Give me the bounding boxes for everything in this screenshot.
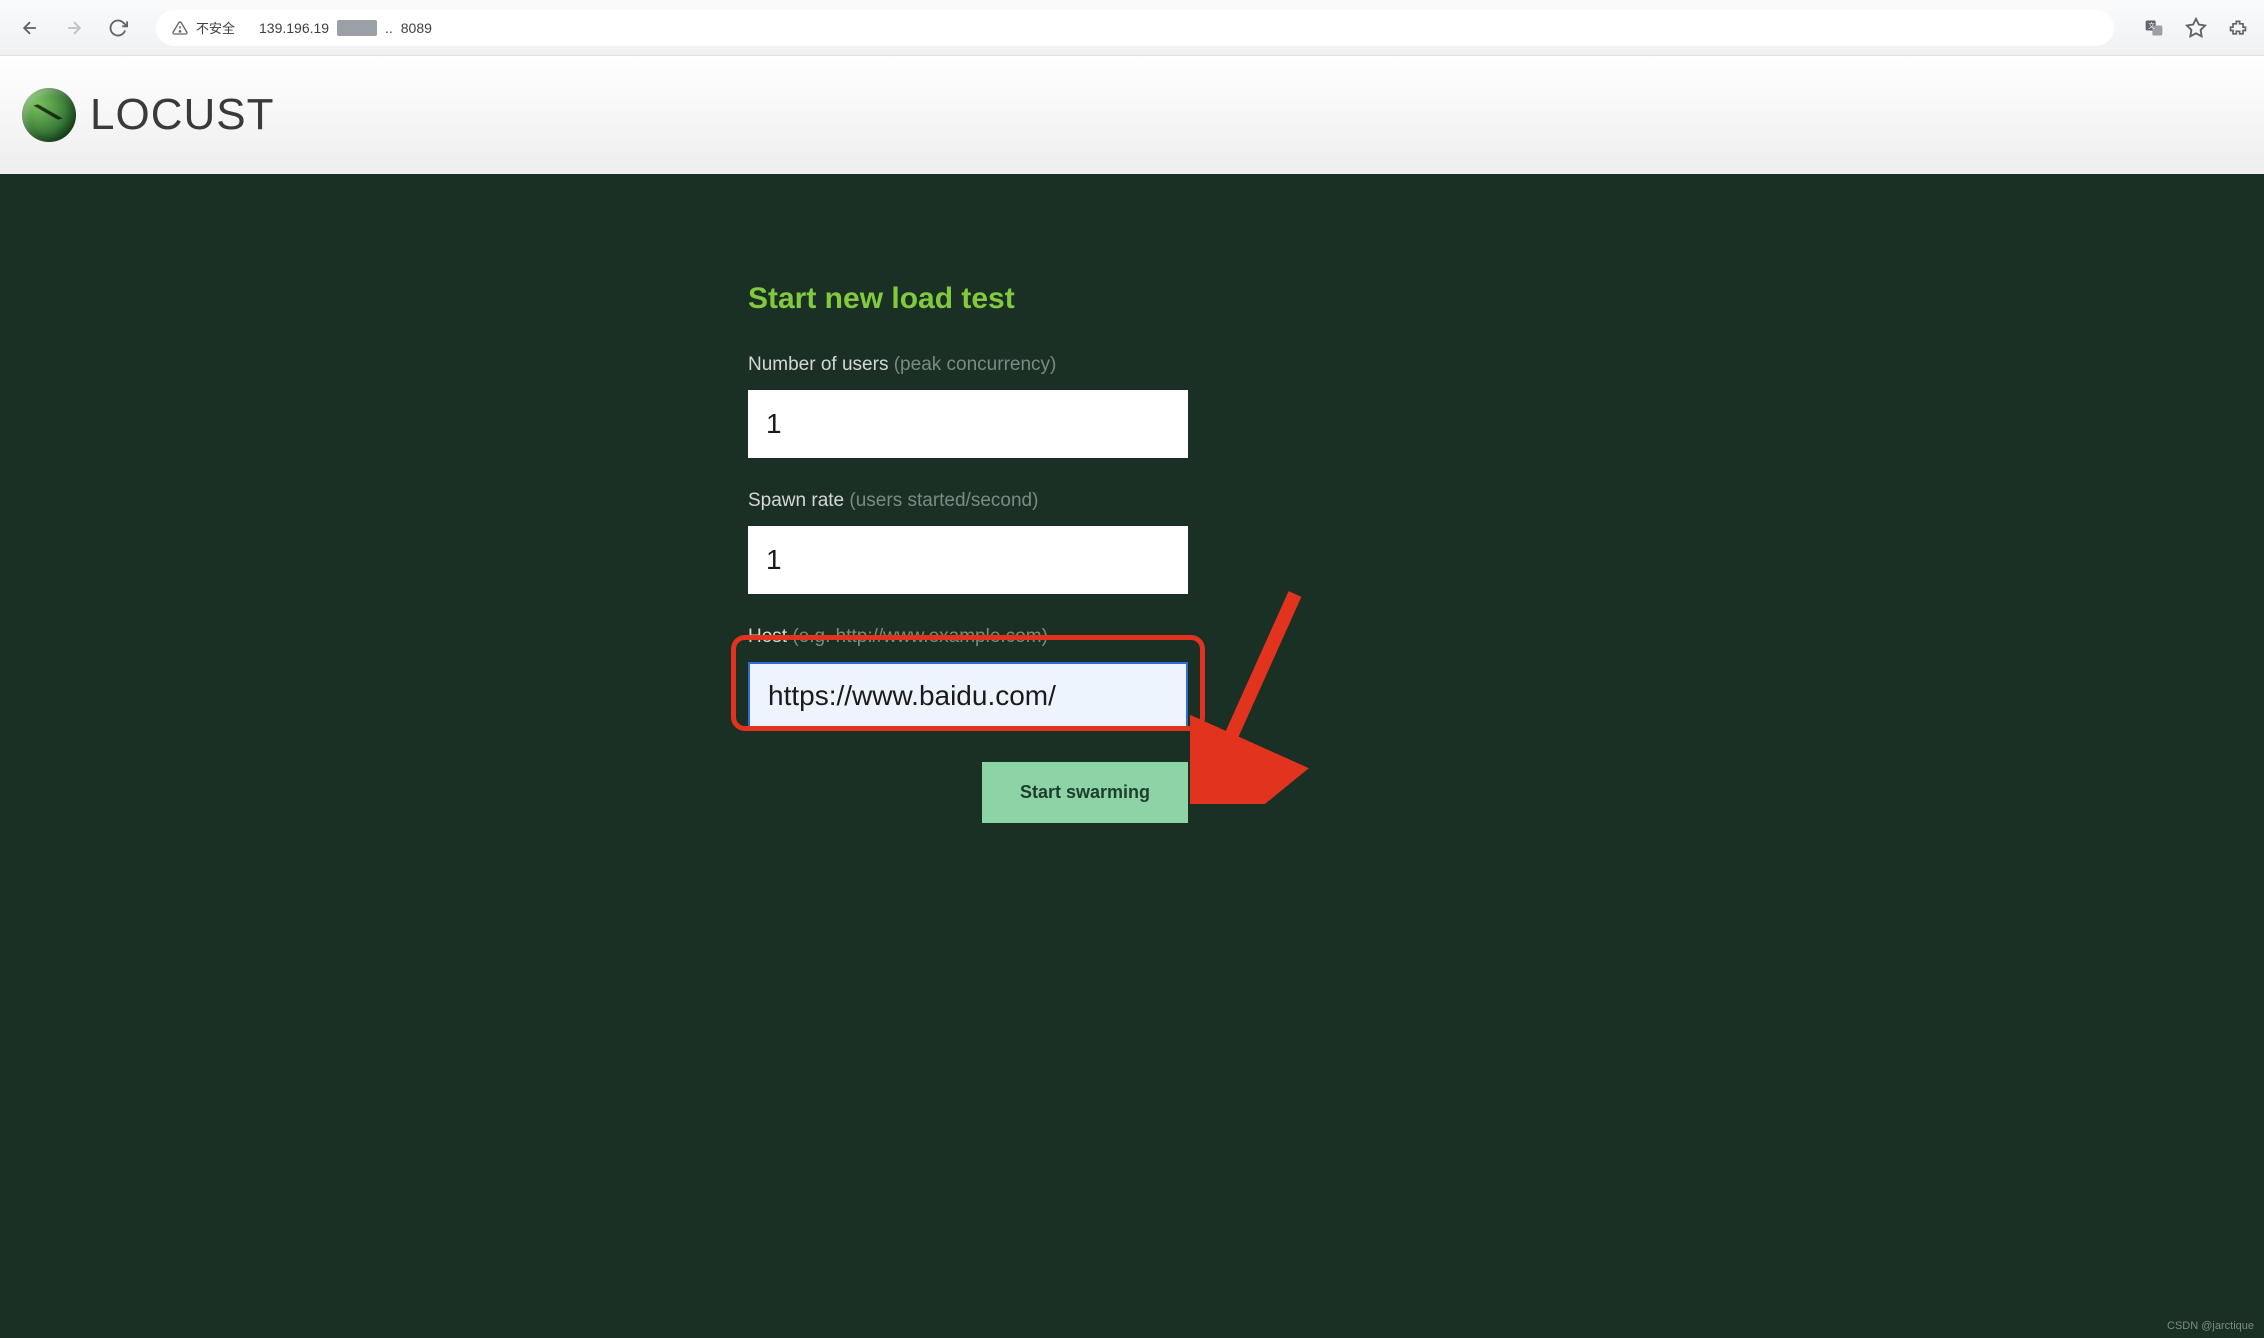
host-input[interactable]: [748, 662, 1188, 730]
address-bar[interactable]: 不安全 139.196.19 . .. 8089: [156, 10, 2114, 46]
spawn-label-text: Spawn rate: [748, 490, 844, 511]
reload-button[interactable]: [100, 10, 136, 46]
users-label-text: Number of users: [748, 354, 888, 375]
browser-toolbar: 不安全 139.196.19 . .. 8089 文: [0, 0, 2264, 56]
forward-button[interactable]: [56, 10, 92, 46]
host-hint: (e.g. http://www.example.com): [792, 626, 1048, 647]
spawn-input[interactable]: [748, 526, 1188, 594]
svg-text:文: 文: [2148, 21, 2155, 30]
load-test-form: Start new load test Number of users (pea…: [748, 282, 1188, 823]
host-label-text: Host: [748, 626, 787, 647]
insecure-label: 不安全: [196, 18, 235, 37]
puzzle-icon: [2228, 18, 2248, 38]
warning-icon: [172, 20, 188, 36]
extensions-button[interactable]: [2224, 14, 2252, 42]
users-label: Number of users (peak concurrency): [748, 354, 1188, 376]
main-content: Start new load test Number of users (pea…: [0, 174, 2264, 1338]
back-button[interactable]: [12, 10, 48, 46]
url-prefix: 139.196.19: [259, 20, 329, 36]
reload-icon: [108, 18, 128, 38]
arrow-right-icon: [64, 18, 84, 38]
app-header: LOCUST: [0, 56, 2264, 174]
star-icon: [2185, 17, 2207, 39]
host-label: Host (e.g. http://www.example.com): [748, 626, 1188, 648]
translate-button[interactable]: 文: [2140, 14, 2168, 42]
url-mid: ..: [385, 20, 393, 36]
arrow-left-icon: [20, 18, 40, 38]
translate-icon: 文: [2144, 18, 2164, 38]
url-port: 8089: [401, 20, 432, 36]
form-title: Start new load test: [748, 282, 1188, 316]
annotation-arrow-icon: [1190, 584, 1310, 804]
users-input[interactable]: [748, 390, 1188, 458]
start-swarming-button[interactable]: Start swarming: [982, 762, 1188, 823]
spawn-hint: (users started/second): [849, 490, 1038, 511]
product-name: LOCUST: [90, 90, 274, 140]
locust-logo-icon: [22, 88, 76, 142]
users-hint: (peak concurrency): [894, 354, 1057, 375]
watermark: CSDN @jarctique: [2167, 1320, 2254, 1332]
url-masked: .: [337, 20, 377, 36]
spawn-label: Spawn rate (users started/second): [748, 490, 1188, 512]
bookmark-button[interactable]: [2182, 14, 2210, 42]
